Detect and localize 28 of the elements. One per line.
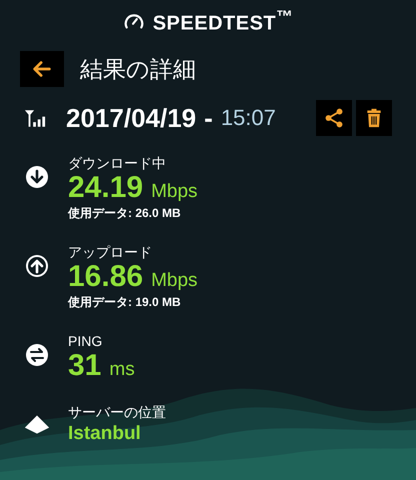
data-used: 使用データ: 19.0 MB (68, 294, 182, 311)
data-used: 使用データ: 26.0 MB (68, 205, 182, 222)
metric-value: 16.86 (68, 261, 144, 293)
metric-value: 31 (68, 350, 102, 382)
metric-value: Istanbul (68, 422, 141, 446)
date-separator: - (204, 102, 213, 134)
download-icon (25, 165, 49, 189)
metric-value: 24.19 (68, 172, 144, 204)
signal-icon (24, 108, 46, 128)
share-button[interactable] (316, 100, 352, 136)
page-title: 結果の詳細 (80, 54, 196, 84)
share-icon (323, 107, 345, 129)
app-logo: SPEEDTEST$^{™}$ (152, 6, 294, 36)
metric-unit: ms (109, 359, 135, 381)
swap-arrows-icon (25, 343, 49, 367)
back-button[interactable] (20, 51, 64, 87)
test-time: 15:07 (220, 105, 276, 131)
test-date: 2017/04/19 (66, 102, 196, 134)
metric-unit: Mbps (151, 270, 198, 292)
back-arrow-icon (31, 58, 53, 80)
metric-unit: Mbps (151, 181, 198, 203)
metric-label: PING (68, 333, 104, 350)
metric-label: サーバーの位置 (68, 404, 166, 421)
metric-label: ダウンロード中 (68, 155, 167, 172)
metric-label: アップロード (68, 244, 153, 261)
delete-button[interactable] (356, 100, 392, 136)
upload-icon (25, 254, 49, 278)
diamond-icon (24, 414, 50, 436)
